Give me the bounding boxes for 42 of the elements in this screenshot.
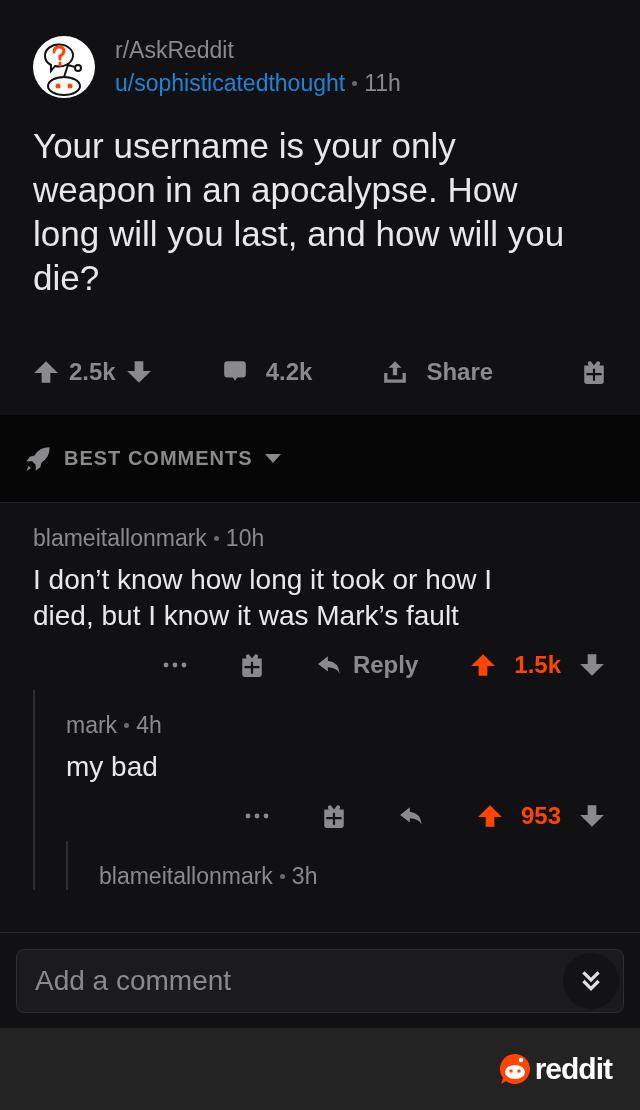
comment-time: 10h (225, 525, 265, 552)
share-icon (382, 359, 409, 385)
vote-score: 953 (520, 802, 561, 830)
comment-author[interactable]: mark (66, 712, 118, 739)
comment-time: 3h (291, 863, 318, 890)
post-author[interactable]: u/sophisticatedthought (115, 70, 346, 97)
vote-score: 1.5k (514, 651, 561, 679)
post-time: 11h (364, 70, 401, 97)
share-button[interactable]: Share (382, 358, 494, 386)
reply-button[interactable]: Reply (316, 651, 419, 679)
separator-dot (124, 723, 130, 728)
separator-dot (213, 536, 219, 541)
separator-dot (352, 81, 358, 86)
more-options-icon[interactable] (244, 813, 269, 819)
dropdown-caret-icon (264, 453, 281, 464)
separator-dot (279, 874, 285, 879)
post-title: Your username is your only weapon in an apocalypse. How long will you last, and how will you die? (33, 125, 566, 299)
comment-author[interactable]: blameitallonmark (33, 525, 207, 552)
upvote-icon[interactable] (476, 803, 503, 829)
gift-icon[interactable] (581, 359, 607, 385)
vote-score: 2.5k (69, 358, 116, 386)
rocket-icon (24, 444, 52, 473)
sort-label: BEST COMMENTS (64, 447, 253, 470)
brand-wordmark: reddit (534, 1052, 612, 1086)
comment-count: 4.2k (265, 358, 313, 386)
comment-author[interactable]: blameitallonmark (99, 863, 273, 890)
downvote-icon[interactable] (125, 359, 152, 385)
comment-field[interactable]: Add a comment (33, 964, 563, 998)
upvote-icon[interactable] (470, 652, 497, 678)
more-options-icon[interactable] (162, 662, 187, 668)
comment-text: my bad (66, 750, 159, 784)
upvote-icon[interactable] (33, 359, 59, 385)
subreddit-avatar-icon[interactable] (33, 36, 95, 98)
subreddit-name[interactable]: r/AskReddit (115, 37, 401, 64)
comment-text: I don’t know how long it took or how I died, but I know it was Mark’s fault (33, 563, 494, 633)
downvote-icon[interactable] (579, 803, 605, 829)
comment-time: 4h (136, 712, 162, 739)
comment-box[interactable]: Add a comment (16, 949, 624, 1013)
sort-bar[interactable]: BEST COMMENTS (0, 415, 640, 503)
snoo-logo-icon (498, 1053, 531, 1085)
collapse-button[interactable] (563, 953, 619, 1009)
downvote-icon[interactable] (579, 652, 605, 678)
